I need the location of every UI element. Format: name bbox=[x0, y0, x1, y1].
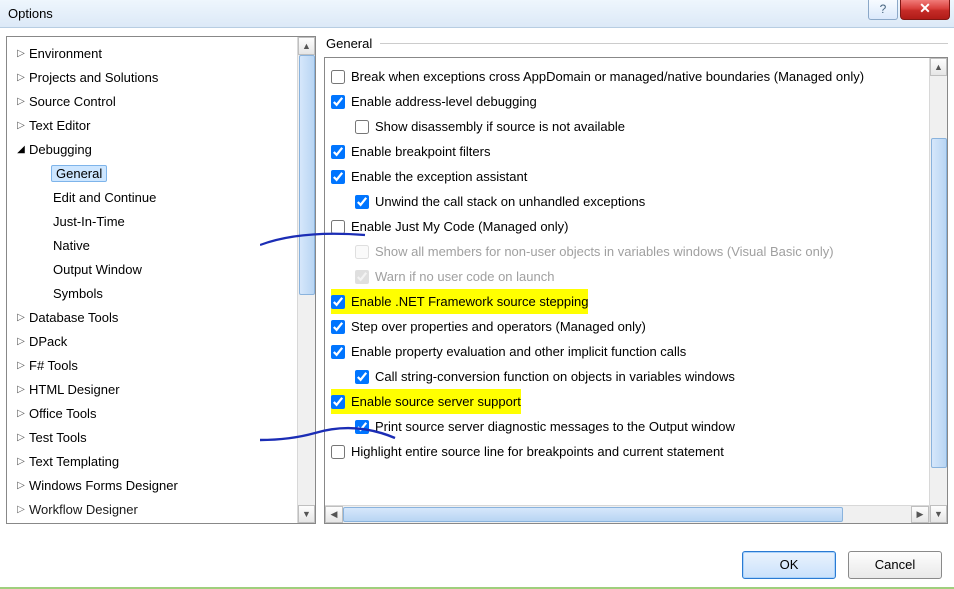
scroll-thumb[interactable] bbox=[299, 55, 315, 295]
scroll-down-icon[interactable]: ▼ bbox=[298, 505, 315, 523]
chevron-right-icon: ▷ bbox=[15, 408, 27, 419]
checkbox[interactable] bbox=[331, 395, 345, 409]
chevron-right-icon: ▷ bbox=[15, 48, 27, 59]
chevron-right-icon: ▷ bbox=[15, 384, 27, 395]
tree-node-debugging-edit-continue[interactable]: Edit and Continue bbox=[39, 185, 311, 209]
opt-exception-assistant[interactable]: Enable the exception assistant bbox=[331, 164, 941, 189]
chevron-right-icon: ▷ bbox=[15, 432, 27, 443]
chevron-right-icon: ▷ bbox=[15, 312, 27, 323]
checkbox[interactable] bbox=[331, 320, 345, 334]
opt-source-server[interactable]: Enable source server support bbox=[331, 389, 941, 414]
tree-node-projects[interactable]: ▷ Projects and Solutions bbox=[15, 65, 311, 89]
opt-step-over-props[interactable]: Step over properties and operators (Mana… bbox=[331, 314, 941, 339]
chevron-right-icon: ▷ bbox=[15, 504, 27, 515]
tree-node-winforms[interactable]: ▷ Windows Forms Designer bbox=[15, 473, 311, 497]
tree-node-dpack[interactable]: ▷ DPack bbox=[15, 329, 311, 353]
tree-node-fsharp[interactable]: ▷ F# Tools bbox=[15, 353, 311, 377]
scroll-thumb[interactable] bbox=[343, 507, 843, 522]
checkbox[interactable] bbox=[331, 220, 345, 234]
tree-node-debugging[interactable]: ◢ Debugging bbox=[15, 137, 311, 161]
opt-source-server-diag[interactable]: Print source server diagnostic messages … bbox=[331, 414, 941, 439]
tree-node-environment[interactable]: ▷ Environment bbox=[15, 41, 311, 65]
divider bbox=[380, 43, 948, 44]
tree-node-html-designer[interactable]: ▷ HTML Designer bbox=[15, 377, 311, 401]
scroll-up-icon[interactable]: ▲ bbox=[930, 58, 947, 76]
opt-prop-eval[interactable]: Enable property evaluation and other imp… bbox=[331, 339, 941, 364]
ok-button[interactable]: OK bbox=[742, 551, 836, 579]
options-vscrollbar[interactable]: ▲ ▼ bbox=[929, 58, 947, 523]
window-title: Options bbox=[8, 6, 53, 21]
checkbox[interactable] bbox=[331, 145, 345, 159]
options-panel: Break when exceptions cross AppDomain or… bbox=[324, 57, 948, 524]
opt-breakpoint-filters[interactable]: Enable breakpoint filters bbox=[331, 139, 941, 164]
checkbox[interactable] bbox=[355, 120, 369, 134]
opt-just-my-code[interactable]: Enable Just My Code (Managed only) bbox=[331, 214, 941, 239]
chevron-right-icon: ▷ bbox=[15, 360, 27, 371]
tree-scrollbar[interactable]: ▲ ▼ bbox=[297, 37, 315, 523]
tree-node-debugging-general[interactable]: General bbox=[39, 161, 311, 185]
checkbox[interactable] bbox=[355, 420, 369, 434]
category-tree[interactable]: ▷ Environment ▷ Projects and Solutions ▷… bbox=[6, 36, 316, 524]
opt-show-disasm[interactable]: Show disassembly if source is not availa… bbox=[331, 114, 941, 139]
checkbox[interactable] bbox=[331, 70, 345, 84]
tree-node-debugging-native[interactable]: Native bbox=[39, 233, 311, 257]
scroll-right-icon[interactable]: ▶ bbox=[911, 506, 929, 523]
checkbox bbox=[355, 270, 369, 284]
tree-node-workflow[interactable]: ▷ Workflow Designer bbox=[15, 497, 311, 521]
group-header: General bbox=[324, 36, 948, 51]
scroll-down-icon[interactable]: ▼ bbox=[930, 505, 947, 523]
tree-node-debugging-output[interactable]: Output Window bbox=[39, 257, 311, 281]
chevron-right-icon: ▷ bbox=[15, 120, 27, 131]
checkbox bbox=[355, 245, 369, 259]
scroll-left-icon[interactable]: ◀ bbox=[325, 506, 343, 523]
opt-net-source-stepping[interactable]: Enable .NET Framework source stepping bbox=[331, 289, 941, 314]
checkbox[interactable] bbox=[331, 295, 345, 309]
group-title: General bbox=[326, 36, 372, 51]
checkbox[interactable] bbox=[331, 170, 345, 184]
scroll-thumb[interactable] bbox=[931, 138, 947, 468]
checkbox[interactable] bbox=[331, 445, 345, 459]
checkbox[interactable] bbox=[331, 95, 345, 109]
chevron-right-icon: ▷ bbox=[15, 480, 27, 491]
opt-warn-nocode: Warn if no user code on launch bbox=[331, 264, 941, 289]
options-hscrollbar[interactable]: ◀ ▶ bbox=[325, 505, 929, 523]
opt-address-debug[interactable]: Enable address-level debugging bbox=[331, 89, 941, 114]
tree-node-debugging-jit[interactable]: Just-In-Time bbox=[39, 209, 311, 233]
chevron-down-icon: ◢ bbox=[15, 144, 27, 155]
tree-node-test-tools[interactable]: ▷ Test Tools bbox=[15, 425, 311, 449]
close-button[interactable]: ✕ bbox=[900, 0, 950, 20]
opt-unwind-callstack[interactable]: Unwind the call stack on unhandled excep… bbox=[331, 189, 941, 214]
opt-show-nonuser: Show all members for non-user objects in… bbox=[331, 239, 941, 264]
checkbox[interactable] bbox=[355, 195, 369, 209]
close-icon: ✕ bbox=[919, 0, 931, 16]
tree-node-debugging-symbols[interactable]: Symbols bbox=[39, 281, 311, 305]
scroll-up-icon[interactable]: ▲ bbox=[298, 37, 315, 55]
opt-call-stringconv[interactable]: Call string-conversion function on objec… bbox=[331, 364, 941, 389]
tree-node-office-tools[interactable]: ▷ Office Tools bbox=[15, 401, 311, 425]
chevron-right-icon: ▷ bbox=[15, 456, 27, 467]
title-bar: Options ? ✕ bbox=[0, 0, 954, 28]
checkbox[interactable] bbox=[331, 345, 345, 359]
chevron-right-icon: ▷ bbox=[15, 336, 27, 347]
tree-node-text-editor[interactable]: ▷ Text Editor bbox=[15, 113, 311, 137]
tree-node-db-tools[interactable]: ▷ Database Tools bbox=[15, 305, 311, 329]
chevron-right-icon: ▷ bbox=[15, 96, 27, 107]
opt-highlight-src-line[interactable]: Highlight entire source line for breakpo… bbox=[331, 439, 941, 464]
checkbox[interactable] bbox=[355, 370, 369, 384]
chevron-right-icon: ▷ bbox=[15, 72, 27, 83]
opt-break-appdomain[interactable]: Break when exceptions cross AppDomain or… bbox=[331, 64, 941, 89]
help-button[interactable]: ? bbox=[868, 0, 898, 20]
tree-node-source-control[interactable]: ▷ Source Control bbox=[15, 89, 311, 113]
tree-node-text-templating[interactable]: ▷ Text Templating bbox=[15, 449, 311, 473]
cancel-button[interactable]: Cancel bbox=[848, 551, 942, 579]
